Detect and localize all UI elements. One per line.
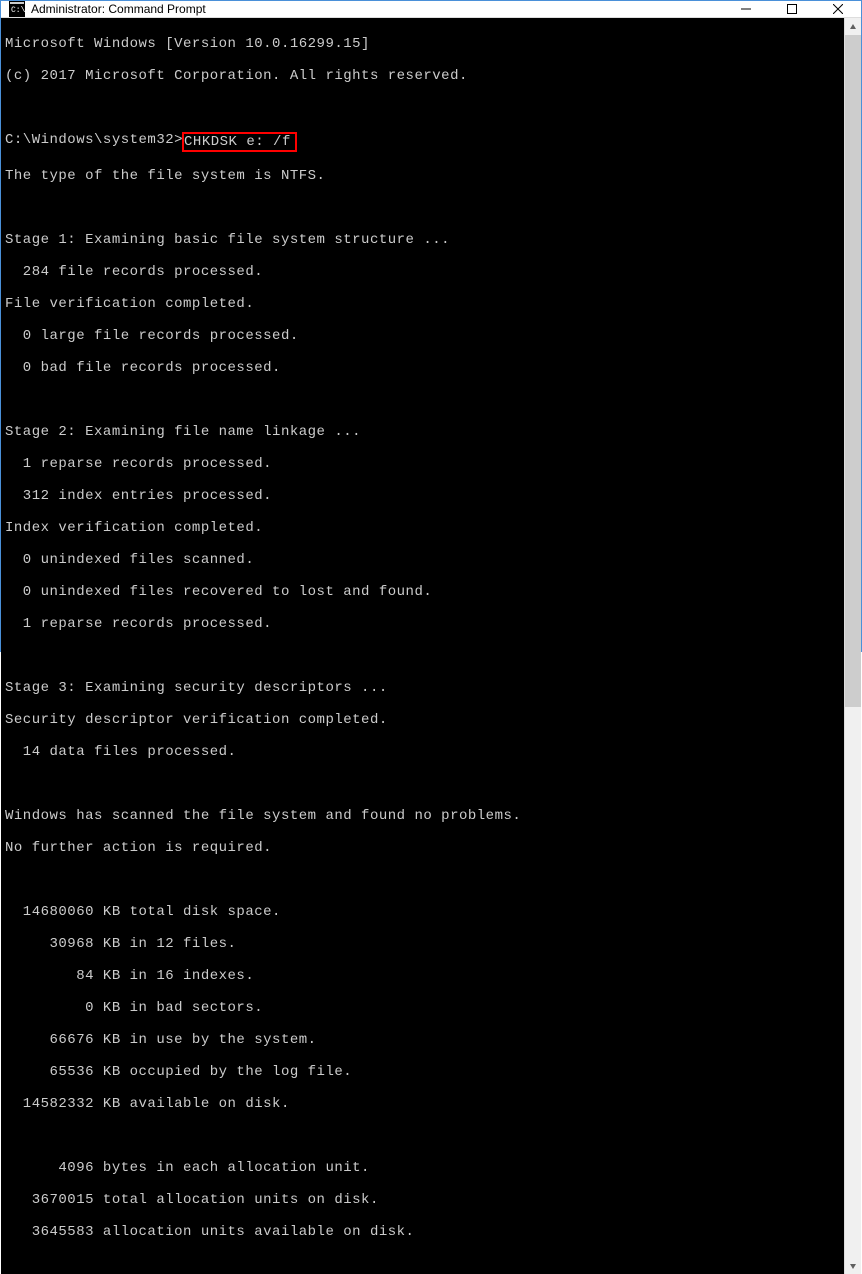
terminal-line: Microsoft Windows [Version 10.0.16299.15… [5, 36, 840, 52]
scrollbar-thumb[interactable] [845, 35, 861, 707]
terminal-line: Stage 1: Examining basic file system str… [5, 232, 840, 248]
terminal-line: File verification completed. [5, 296, 840, 312]
titlebar[interactable]: C:\ Administrator: Command Prompt [1, 1, 861, 18]
scrollbar-track[interactable] [845, 35, 861, 1257]
terminal-line: 84 KB in 16 indexes. [5, 968, 840, 984]
command-prompt-window: C:\ Administrator: Command Prompt Micros… [0, 0, 862, 652]
terminal-line: Index verification completed. [5, 520, 840, 536]
terminal-line: The type of the file system is NTFS. [5, 168, 840, 184]
terminal-line: 0 bad file records processed. [5, 360, 840, 376]
terminal-line [5, 776, 840, 792]
terminal-line: Windows has scanned the file system and … [5, 808, 840, 824]
terminal-line: No further action is required. [5, 840, 840, 856]
terminal-line: 14582332 KB available on disk. [5, 1096, 840, 1112]
command-line: C:\Windows\system32>CHKDSK e: /f [5, 132, 840, 152]
terminal-line: 312 index entries processed. [5, 488, 840, 504]
terminal-line: 1 reparse records processed. [5, 456, 840, 472]
terminal-line [5, 648, 840, 664]
terminal-line: 66676 KB in use by the system. [5, 1032, 840, 1048]
terminal-line [5, 1128, 840, 1144]
terminal-line: 0 unindexed files recovered to lost and … [5, 584, 840, 600]
close-button[interactable] [815, 1, 861, 17]
window-controls [723, 1, 861, 17]
minimize-button[interactable] [723, 1, 769, 17]
vertical-scrollbar[interactable] [844, 18, 861, 1274]
terminal-line: Stage 2: Examining file name linkage ... [5, 424, 840, 440]
svg-text:C:\: C:\ [11, 6, 25, 15]
window-title: Administrator: Command Prompt [31, 2, 723, 16]
cmd-icon: C:\ [9, 1, 25, 17]
terminal-line: 0 large file records processed. [5, 328, 840, 344]
prompt-text: C:\Windows\system32> [5, 132, 183, 152]
terminal-line: 0 unindexed files scanned. [5, 552, 840, 568]
terminal-line [5, 100, 840, 116]
terminal-line: 14 data files processed. [5, 744, 840, 760]
terminal-line: 4096 bytes in each allocation unit. [5, 1160, 840, 1176]
terminal-line: 0 KB in bad sectors. [5, 1000, 840, 1016]
terminal-line: 14680060 KB total disk space. [5, 904, 840, 920]
maximize-button[interactable] [769, 1, 815, 17]
terminal-line: 3645583 allocation units available on di… [5, 1224, 840, 1240]
terminal-line: Security descriptor verification complet… [5, 712, 840, 728]
terminal-line: Stage 3: Examining security descriptors … [5, 680, 840, 696]
scroll-up-button[interactable] [845, 18, 861, 35]
terminal-output[interactable]: Microsoft Windows [Version 10.0.16299.15… [1, 18, 844, 1274]
terminal-line: 3670015 total allocation units on disk. [5, 1192, 840, 1208]
highlighted-command: CHKDSK e: /f [182, 132, 297, 152]
terminal-line: 1 reparse records processed. [5, 616, 840, 632]
terminal-line [5, 392, 840, 408]
terminal-line: 284 file records processed. [5, 264, 840, 280]
terminal-line [5, 872, 840, 888]
terminal-line: 30968 KB in 12 files. [5, 936, 840, 952]
terminal-line [5, 200, 840, 216]
scroll-down-button[interactable] [845, 1257, 861, 1274]
terminal-line: 65536 KB occupied by the log file. [5, 1064, 840, 1080]
terminal-line: (c) 2017 Microsoft Corporation. All righ… [5, 68, 840, 84]
terminal-area: Microsoft Windows [Version 10.0.16299.15… [1, 18, 861, 1274]
